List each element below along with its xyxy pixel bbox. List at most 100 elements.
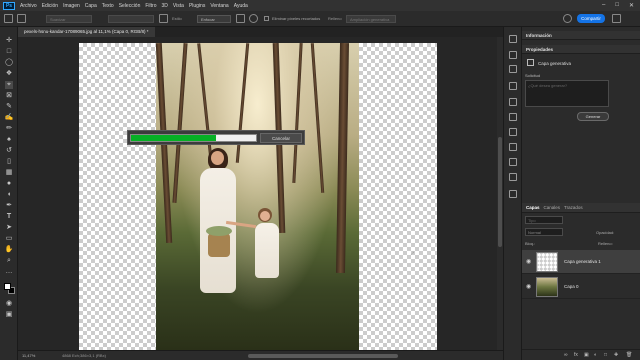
- libraries-panel-icon[interactable]: [509, 51, 517, 59]
- navigator-panel-icon[interactable]: [509, 173, 517, 181]
- home-icon[interactable]: [4, 14, 13, 23]
- adjustments-panel-icon[interactable]: [509, 65, 517, 73]
- prompt-input[interactable]: ¿Qué desea generar?: [525, 80, 609, 107]
- visibility-eye-icon[interactable]: ◉: [526, 259, 531, 265]
- layers-panel-tabs: Capas Canales Trazados: [522, 203, 640, 213]
- menu-imagen[interactable]: Imagen: [63, 3, 80, 9]
- frame-tool-icon[interactable]: ⊠: [5, 92, 13, 100]
- more-tools-icon[interactable]: …: [5, 268, 13, 276]
- paths-panel-icon[interactable]: [509, 128, 517, 136]
- info-panel-header[interactable]: Información: [522, 31, 640, 40]
- document-tab-bar: pexels-hsnu-kandar-17089065.jpg al 11,1%…: [18, 27, 503, 37]
- path-select-tool-icon[interactable]: ➤: [5, 224, 13, 232]
- tab-paths[interactable]: Trazados: [564, 205, 583, 210]
- menu-seleccion[interactable]: Selección: [119, 3, 141, 9]
- layer-style-icon[interactable]: fx: [574, 352, 578, 358]
- character-panel-icon[interactable]: [509, 158, 517, 166]
- canvas-area[interactable]: Cancelar ➚: [18, 37, 503, 350]
- glyphs-panel-icon[interactable]: [509, 113, 517, 121]
- crop-tool-icon[interactable]: [17, 14, 26, 23]
- menu-capa[interactable]: Capa: [85, 3, 97, 9]
- pen-tool-icon[interactable]: ✒: [5, 202, 13, 210]
- dodge-tool-icon[interactable]: ◖: [5, 191, 13, 199]
- tab-channels[interactable]: Canales: [544, 205, 561, 210]
- blur-tool-icon[interactable]: ●: [5, 180, 13, 188]
- foreground-color-swatch[interactable]: [4, 283, 11, 290]
- quick-mask-icon[interactable]: ◉: [5, 300, 13, 308]
- tab-layers[interactable]: Capas: [526, 205, 540, 210]
- grid-overlay-icon[interactable]: [236, 14, 245, 23]
- healing-brush-tool-icon[interactable]: ✍: [5, 114, 14, 122]
- lasso-tool-icon[interactable]: ◯: [5, 59, 13, 67]
- layer-name[interactable]: Capa 0: [564, 284, 579, 289]
- horizontal-scrollbar-thumb[interactable]: [248, 354, 398, 358]
- new-layer-icon[interactable]: ✚: [614, 352, 618, 358]
- gradient-tool-icon[interactable]: ▦: [5, 169, 13, 177]
- settings-gear-icon[interactable]: [249, 14, 258, 23]
- window-controls: – □ ✕: [602, 2, 634, 9]
- crop-tool-icon-active[interactable]: ⌖: [5, 81, 13, 89]
- zoom-tool-icon[interactable]: ⌕: [5, 257, 13, 265]
- layer-row-generative[interactable]: ◉ Capa generativa 1: [522, 250, 640, 274]
- workspace-icon[interactable]: [612, 14, 621, 23]
- swatches-panel-icon[interactable]: [509, 82, 517, 90]
- info-panel-icon[interactable]: [509, 190, 517, 198]
- minimize-icon[interactable]: –: [602, 2, 605, 9]
- clone-stamp-tool-icon[interactable]: ♠: [5, 136, 13, 144]
- brush-tool-icon[interactable]: ✏: [5, 125, 13, 133]
- share-button[interactable]: Compartir: [577, 14, 605, 23]
- swap-icon[interactable]: [159, 14, 168, 23]
- feather-field[interactable]: Suavizar: [46, 15, 92, 23]
- object-select-tool-icon[interactable]: ❖: [5, 70, 13, 78]
- maximize-icon[interactable]: □: [615, 2, 619, 9]
- delete-layer-icon[interactable]: 🗑: [626, 352, 632, 358]
- blend-mode-select[interactable]: Normal: [525, 228, 563, 236]
- brush-settings-icon[interactable]: [509, 98, 517, 106]
- layer-name[interactable]: Capa generativa 1: [564, 259, 601, 264]
- rectangle-tool-icon[interactable]: ▭: [5, 235, 13, 243]
- delete-cropped-checkbox[interactable]: [264, 16, 269, 21]
- menu-vista[interactable]: Vista: [173, 3, 184, 9]
- history-brush-tool-icon[interactable]: ↺: [5, 147, 13, 155]
- menu-edicion[interactable]: Edición: [42, 3, 58, 9]
- menu-ventana[interactable]: Ventana: [210, 3, 228, 9]
- type-tool-icon[interactable]: T: [5, 213, 13, 221]
- zoom-level[interactable]: 11,47%: [22, 353, 35, 358]
- menu-filtro[interactable]: Filtro: [145, 3, 156, 9]
- link-layers-icon[interactable]: ∞: [564, 352, 568, 358]
- style-field[interactable]: [108, 15, 154, 23]
- photo-mother-and-daughter-in-forest[interactable]: [156, 43, 359, 350]
- paragraph-panel-icon[interactable]: [509, 143, 517, 151]
- lock-label: Bloq.:: [525, 241, 536, 246]
- vertical-scrollbar-thumb[interactable]: [498, 137, 502, 247]
- menu-bar: Ps Archivo Edición Imagen Capa Texto Sel…: [0, 0, 640, 11]
- fill-mode-select[interactable]: Ampliación generativa: [346, 15, 396, 23]
- menu-archivo[interactable]: Archivo: [20, 3, 37, 9]
- menu-plugins[interactable]: Plugins: [189, 3, 205, 9]
- move-tool-icon[interactable]: ✛: [5, 37, 13, 45]
- document-canvas-transparent[interactable]: [79, 43, 437, 350]
- menu-ayuda[interactable]: Ayuda: [234, 3, 248, 9]
- screen-mode-icon[interactable]: ▣: [5, 311, 13, 319]
- history-panel-icon[interactable]: [509, 35, 517, 43]
- cancel-button[interactable]: Cancelar: [260, 133, 302, 143]
- layer-filter-input[interactable]: Tipo: [525, 216, 563, 224]
- artboard-tool-icon[interactable]: □: [5, 48, 13, 56]
- add-mask-icon[interactable]: ▣: [584, 352, 589, 358]
- visibility-eye-icon[interactable]: ◉: [526, 284, 531, 290]
- new-group-icon[interactable]: □: [604, 352, 607, 358]
- document-info[interactable]: 4868 Ech;386×3,1 (RBx): [62, 353, 106, 358]
- document-tab[interactable]: pexels-hsnu-kandar-17089065.jpg al 11,1%…: [18, 27, 155, 37]
- properties-panel-header[interactable]: Propiedades: [522, 45, 640, 54]
- menu-texto[interactable]: Texto: [102, 3, 114, 9]
- search-icon[interactable]: [563, 14, 572, 23]
- adjustment-layer-icon[interactable]: ◐: [594, 352, 597, 358]
- generate-button[interactable]: Generar: [577, 112, 609, 121]
- close-icon[interactable]: ✕: [629, 2, 634, 9]
- hand-tool-icon[interactable]: ✋: [5, 246, 14, 254]
- eraser-tool-icon[interactable]: ▯: [5, 158, 13, 166]
- eyedropper-tool-icon[interactable]: ✎: [5, 103, 13, 111]
- menu-3d[interactable]: 3D: [162, 3, 168, 9]
- straighten-button[interactable]: Enfocar: [197, 15, 231, 23]
- layer-row-base[interactable]: ◉ Capa 0: [522, 275, 640, 299]
